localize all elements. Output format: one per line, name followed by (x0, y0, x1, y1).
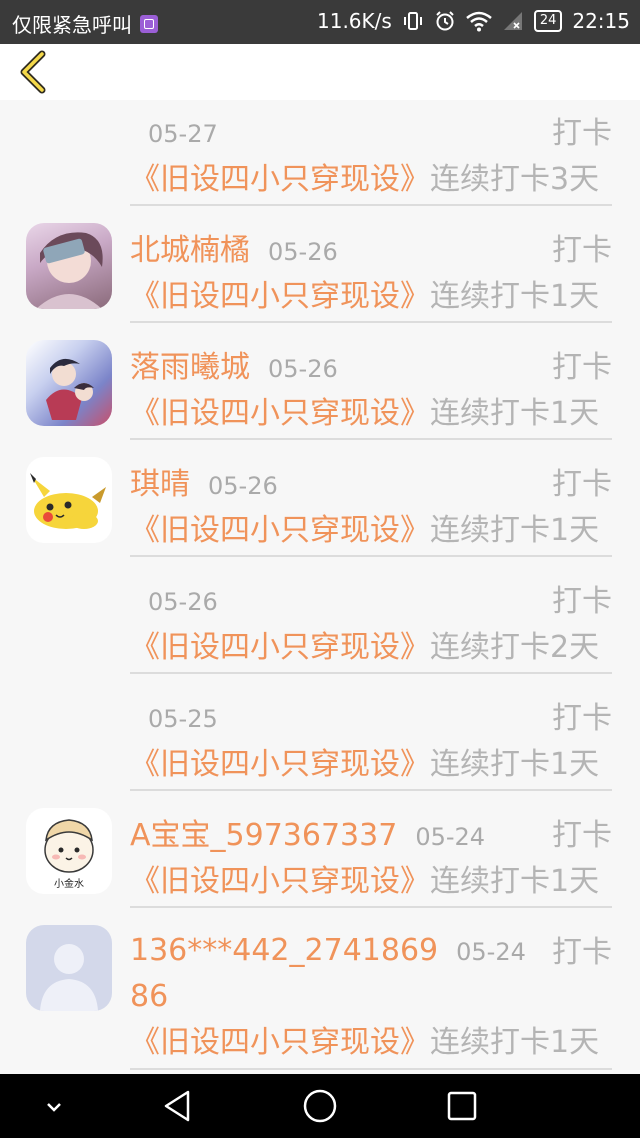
checkin-action: 打卡 (552, 467, 612, 502)
gallery-notification-icon (140, 14, 158, 33)
checkin-action: 打卡 (552, 818, 612, 853)
divider (130, 1068, 612, 1070)
signal-icon (503, 12, 522, 30)
network-speed: 11.6K/s (317, 9, 392, 33)
vibrate-icon (403, 12, 422, 30)
checkin-date: 05-24 (456, 938, 526, 966)
list-item[interactable]: 北城楠橘 05-26 打卡 《旧设四小只穿现设》连续打卡1天 (0, 217, 640, 334)
user-name[interactable]: 136***442_2741869 (130, 933, 438, 968)
wifi-icon (466, 11, 492, 32)
divider (130, 789, 612, 791)
checkin-action: 打卡 (552, 350, 612, 385)
list-item[interactable]: 琪晴 05-26 打卡 《旧设四小只穿现设》连续打卡1天 (0, 451, 640, 568)
streak-text: 连续打卡1天 (430, 747, 600, 782)
streak-text: 连续打卡1天 (430, 1025, 600, 1060)
divider (130, 321, 612, 323)
streak-text: 连续打卡1天 (430, 513, 600, 548)
avatar[interactable] (26, 457, 112, 543)
checkin-list: 05-27 打卡 《旧设四小只穿现设》连续打卡3天 北城楠橘 05-26 打卡 《… (0, 100, 640, 1079)
checkin-date: 05-27 (148, 120, 218, 148)
list-item[interactable]: 05-26 打卡 《旧设四小只穿现设》连续打卡2天 (0, 568, 640, 685)
streak-text: 连续打卡1天 (430, 864, 600, 899)
book-title[interactable]: 《旧设四小只穿现设》 (130, 747, 430, 782)
avatar[interactable] (26, 223, 112, 309)
divider (130, 906, 612, 908)
divider (130, 555, 612, 557)
recents-square-icon[interactable] (442, 1086, 482, 1126)
avatar[interactable]: 小金水 (26, 808, 112, 894)
book-title[interactable]: 《旧设四小只穿现设》 (130, 162, 430, 197)
checkin-action: 打卡 (552, 701, 612, 736)
user-name[interactable]: A宝宝_597367337 (130, 818, 397, 853)
streak-text: 连续打卡1天 (430, 279, 600, 314)
list-item[interactable]: 136***442_2741869 05-24 86 打卡 《旧设四小只穿现设》连… (0, 919, 640, 1079)
user-name[interactable]: 落雨曦城 (130, 350, 250, 385)
streak-text: 连续打卡3天 (430, 162, 600, 197)
checkin-action: 打卡 (552, 935, 612, 970)
divider (130, 672, 612, 674)
checkin-date: 05-25 (148, 705, 218, 733)
carrier-text: 仅限紧急呼叫 (12, 13, 132, 37)
streak-text: 连续打卡2天 (430, 630, 600, 665)
checkin-date: 05-26 (208, 472, 278, 500)
home-circle-icon[interactable] (300, 1086, 340, 1126)
book-title[interactable]: 《旧设四小只穿现设》 (130, 1025, 430, 1060)
user-name[interactable]: 琪晴 (130, 467, 190, 502)
list-item[interactable]: 小金水 A宝宝_597367337 05-24 打卡 《旧设四小只穿现设》连续打卡… (0, 802, 640, 919)
alarm-icon (436, 11, 454, 31)
chevron-down-icon[interactable] (34, 1086, 74, 1126)
battery-level: 24 (533, 10, 563, 32)
book-title[interactable]: 《旧设四小只穿现设》 (130, 630, 430, 665)
divider (130, 204, 612, 206)
checkin-action: 打卡 (552, 233, 612, 268)
user-name-continued[interactable]: 86 (130, 979, 168, 1014)
default-user-icon (40, 944, 98, 1011)
status-bar: 仅限紧急呼叫 11.6K/s 24 22:15 (0, 0, 640, 44)
avatar-caption: 小金水 (54, 877, 84, 890)
chevron-left-icon[interactable] (14, 50, 54, 94)
checkin-date: 05-26 (268, 355, 338, 383)
checkin-date: 05-26 (148, 588, 218, 616)
clock: 22:15 (572, 9, 630, 33)
system-nav-bar (0, 1074, 640, 1138)
back-triangle-icon[interactable] (158, 1086, 198, 1126)
checkin-date: 05-24 (415, 823, 486, 851)
book-title[interactable]: 《旧设四小只穿现设》 (130, 513, 430, 548)
checkin-action: 打卡 (552, 584, 612, 619)
checkin-date: 05-26 (268, 238, 338, 266)
book-title[interactable]: 《旧设四小只穿现设》 (130, 396, 430, 431)
list-item[interactable]: 05-27 打卡 《旧设四小只穿现设》连续打卡3天 (0, 100, 640, 217)
divider (130, 438, 612, 440)
list-item[interactable]: 落雨曦城 05-26 打卡 《旧设四小只穿现设》连续打卡1天 (0, 334, 640, 451)
user-name[interactable]: 北城楠橘 (130, 233, 250, 268)
avatar[interactable] (26, 340, 112, 426)
book-title[interactable]: 《旧设四小只穿现设》 (130, 279, 430, 314)
top-bar (0, 44, 640, 100)
streak-text: 连续打卡1天 (430, 396, 600, 431)
avatar[interactable] (26, 925, 112, 1011)
checkin-action: 打卡 (552, 116, 612, 151)
list-item[interactable]: 05-25 打卡 《旧设四小只穿现设》连续打卡1天 (0, 685, 640, 802)
book-title[interactable]: 《旧设四小只穿现设》 (130, 864, 430, 899)
